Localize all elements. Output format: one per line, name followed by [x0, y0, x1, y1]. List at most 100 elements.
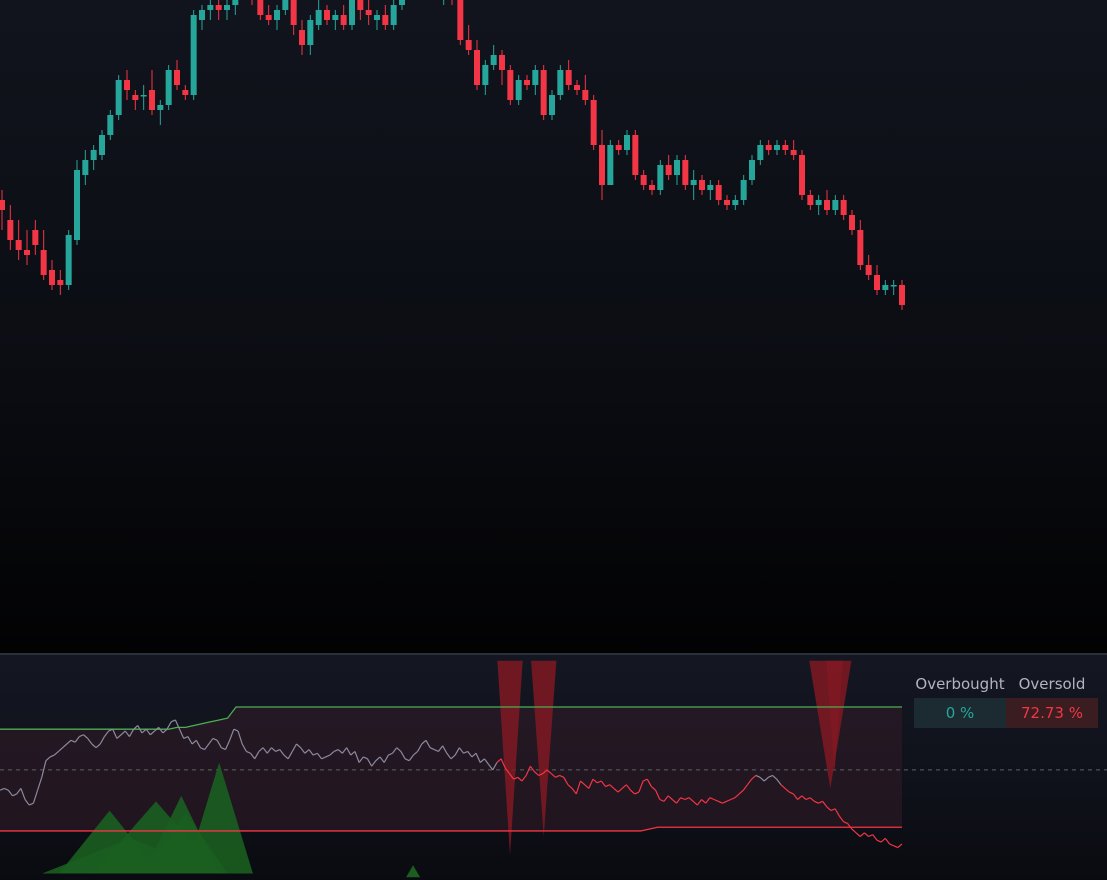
candle-body [582, 90, 589, 100]
candle-body [699, 180, 705, 190]
candle [299, 20, 305, 55]
candle [107, 110, 114, 140]
candle [265, 5, 272, 25]
candle-body [274, 10, 280, 20]
candle [824, 190, 830, 215]
price-pane[interactable] [0, 0, 1107, 653]
candle-body [165, 70, 172, 105]
candle [357, 0, 364, 20]
candle-body [40, 250, 47, 275]
candle [282, 0, 289, 15]
candle [749, 155, 755, 185]
candle [632, 130, 639, 180]
candle [590, 95, 597, 150]
oversold-value: 72.73 % [1006, 698, 1098, 728]
candle [382, 5, 389, 30]
candle-body [207, 5, 214, 10]
candle-body [790, 150, 797, 155]
overbought-header: Overbought [915, 675, 1005, 693]
candle-body [607, 145, 614, 185]
candle [640, 170, 647, 190]
candle [549, 90, 555, 120]
candle [649, 180, 655, 195]
candle [390, 0, 397, 30]
candle [890, 280, 897, 295]
oscillator-segment [880, 837, 886, 843]
candle [740, 175, 747, 205]
candle [532, 65, 539, 95]
candle [132, 90, 139, 110]
candle [657, 160, 664, 195]
candle [574, 80, 580, 95]
candle [765, 140, 772, 155]
candle-body [840, 200, 847, 215]
candle [499, 50, 505, 85]
candle [482, 60, 489, 95]
candle [451, 0, 453, 5]
oscillator-segment [868, 834, 874, 838]
candle [557, 65, 564, 100]
candle [49, 260, 55, 290]
candle [732, 195, 739, 210]
candle [199, 5, 205, 30]
candle-body [315, 10, 322, 25]
candle [874, 265, 880, 295]
candle [99, 130, 105, 160]
candle-body [615, 145, 622, 150]
candle [857, 220, 864, 270]
candle [699, 175, 705, 195]
candle-body [749, 160, 755, 180]
signal-triangle-up [406, 865, 421, 878]
oscillator-segment [893, 845, 899, 849]
candle-body [474, 50, 480, 85]
oscillator-segment [889, 843, 894, 847]
candle-body [707, 185, 714, 190]
candle [832, 195, 839, 215]
candle [707, 180, 714, 200]
candle-body [674, 160, 680, 175]
candle-body [482, 65, 489, 85]
candle-body [632, 135, 639, 175]
candle [315, 0, 322, 30]
candle [224, 0, 230, 20]
candle-body [224, 5, 230, 10]
oscillator-segment [884, 837, 890, 845]
candle-body [390, 5, 397, 25]
candle [349, 0, 355, 30]
candle-body [107, 115, 114, 135]
candle [15, 220, 22, 260]
candle-body [524, 80, 530, 85]
candle [7, 205, 14, 250]
candle-body [807, 195, 814, 205]
candle [165, 65, 172, 110]
oscillator-segment [876, 839, 882, 843]
candle-body [732, 200, 739, 205]
candle [540, 65, 547, 120]
candle-body [849, 215, 855, 230]
candle [149, 70, 155, 115]
candle [457, 0, 464, 45]
candle [399, 0, 405, 10]
candle [24, 230, 30, 265]
candle [65, 230, 72, 290]
candle-body [815, 200, 822, 205]
candle-body [649, 185, 655, 190]
candle-body [640, 175, 647, 185]
candle [32, 220, 39, 255]
candle-body [115, 80, 122, 115]
candle [82, 150, 89, 185]
candle [274, 5, 280, 30]
candle-body [824, 200, 830, 210]
candle-body [82, 160, 89, 175]
candle-body [215, 5, 222, 10]
candle-body [857, 230, 864, 265]
candle [474, 40, 480, 90]
candle [124, 70, 130, 100]
candle [849, 210, 855, 235]
candle-body [132, 95, 139, 100]
candle-body [199, 10, 205, 20]
candle [307, 15, 314, 55]
candle-body [540, 70, 547, 115]
candlestick-chart[interactable] [0, 0, 1107, 653]
candle [232, 0, 239, 15]
